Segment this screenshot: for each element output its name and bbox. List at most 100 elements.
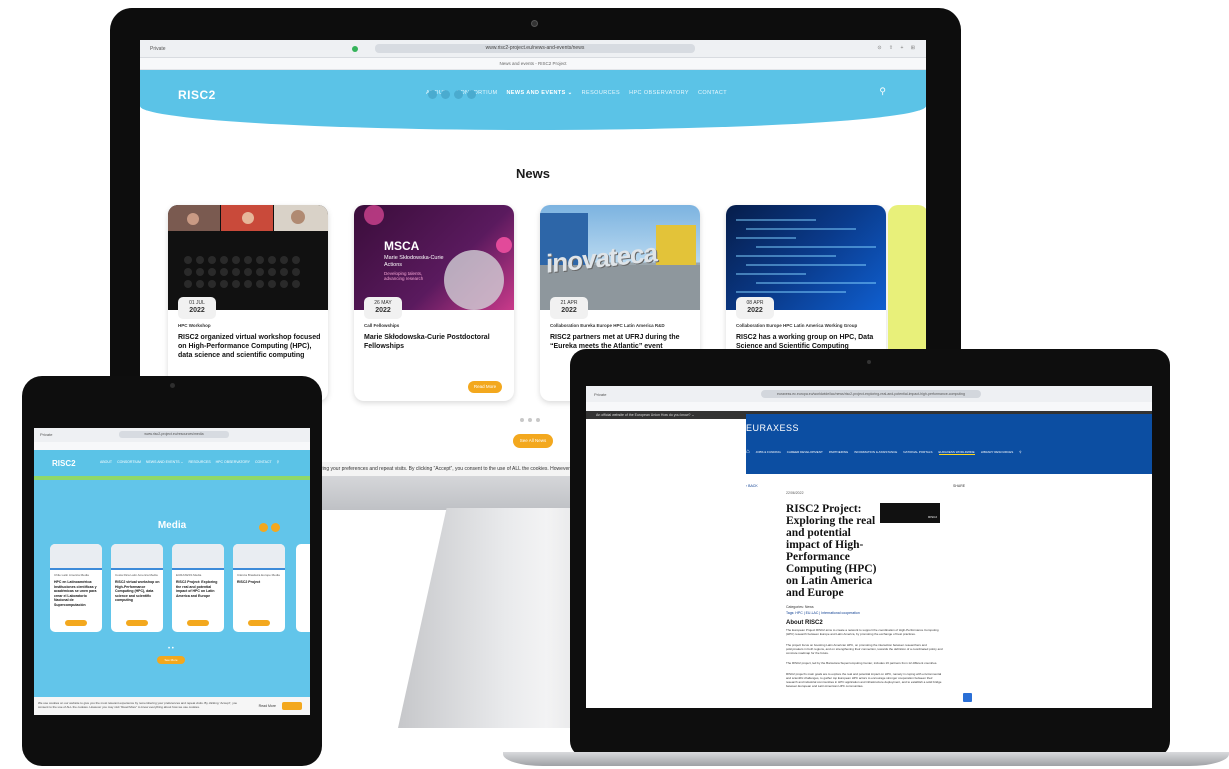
media-card-thumbnail	[50, 544, 102, 570]
media-card-button[interactable]	[187, 620, 209, 626]
media-card-button[interactable]	[65, 620, 87, 626]
tablet-private-label[interactable]: Private	[40, 432, 52, 437]
card-tags[interactable]: Call Fellowships	[364, 323, 399, 328]
media-card-title[interactable]: HPC en Latinoamérica: Instituciones cien…	[54, 580, 100, 607]
risc2-logo[interactable]: RISC2	[178, 88, 216, 102]
tablet-screen: Private www.risc2-project.eu/resources/m…	[34, 428, 310, 715]
laptop-private-label[interactable]: Private	[594, 392, 606, 397]
media-card-tags: Costa Rica Latin America Media	[115, 573, 158, 577]
read-more-button[interactable]: Read More	[468, 381, 502, 393]
tablet-nav-news-and-events[interactable]: NEWS AND EVENTS ⌄	[146, 460, 184, 464]
tablet-cookie-banner: We use cookies on our website to give yo…	[34, 697, 310, 715]
laptop-camera	[867, 360, 871, 364]
share-buttons[interactable]: SHARE	[953, 484, 965, 488]
home-icon[interactable]: ⌂	[746, 449, 750, 455]
media-card[interactable]: Costa Rica Latin America Media RISC2 vir…	[111, 544, 163, 632]
media-carousel-pager[interactable]: • •	[168, 646, 174, 652]
media-carousel-arrows	[259, 523, 280, 532]
media-card-peek[interactable]	[296, 544, 310, 632]
tablet-camera	[170, 383, 175, 388]
euraxess-nav-information[interactable]: INFORMATION & ASSISTANCE	[854, 450, 897, 455]
euraxess-nav-career[interactable]: CAREER DEVELOPMENT	[787, 450, 823, 455]
euraxess-nav-partnering[interactable]: PARTNERING	[829, 450, 848, 455]
media-card-button[interactable]	[248, 620, 270, 626]
scroll-top-button[interactable]	[963, 693, 972, 702]
media-card-tags: Ciência Brasileira Europe Media	[237, 573, 280, 577]
euraxess-nav-jobs[interactable]: JOBS & FUNDING	[756, 450, 781, 455]
nav-contact[interactable]: CONTACT	[698, 90, 727, 96]
card-date-year: 2022	[747, 307, 763, 314]
tablet-nav-about[interactable]: ABOUT	[100, 460, 112, 464]
media-card-tags: Chile Latin America Media	[54, 573, 89, 577]
news-card[interactable]: MSCA Marie Skłodowska-Curie Actions Deve…	[354, 205, 514, 401]
carousel-pager[interactable]	[520, 418, 540, 422]
article-category[interactable]: Categories: News	[786, 605, 814, 609]
msca-tagline: Developing talents, advancing research	[384, 271, 424, 281]
nav-resources[interactable]: RESOURCES	[582, 90, 620, 96]
media-card[interactable]: EURAXESS Media RISC2 Project: Exploring …	[172, 544, 224, 632]
media-card[interactable]: Ciência Brasileira Europe Media RISC2 Pr…	[233, 544, 285, 632]
card-title[interactable]: RISC2 organized virtual workshop focused…	[178, 333, 326, 360]
next-arrow-icon[interactable]	[271, 523, 280, 532]
tablet-nav-consortium[interactable]: CONSORTIUM	[117, 460, 141, 464]
see-all-news-button[interactable]: See All News	[513, 434, 553, 448]
secure-indicator-icon	[352, 46, 358, 52]
tablet-nav-contact[interactable]: CONTACT	[255, 460, 272, 464]
about-heading: About RISC2	[786, 620, 823, 626]
inovateca-image: inovateca	[540, 205, 700, 310]
code-image	[726, 205, 886, 310]
laptop-browser-toolbar: Private euraxess.ec.europa.eu/worldwide/…	[586, 386, 1152, 402]
laptop-base	[503, 752, 1229, 766]
tablet-address-bar[interactable]: www.risc2-project.eu/resources/media	[119, 431, 229, 438]
article-tags[interactable]: Tags: HPC | EU-LAC | International coope…	[786, 611, 860, 615]
card-title[interactable]: Marie Skłodowska-Curie Postdoctoral Fell…	[364, 333, 512, 351]
laptop-tab-strip	[586, 402, 1152, 411]
card-date-day: 21 APR	[560, 300, 578, 306]
card-date: 08 APR 2022	[736, 297, 774, 319]
site-header: RISC2 ABOUT CONSORTIUM NEWS AND EVENTS ⌄…	[140, 70, 926, 130]
tablet-search-icon[interactable]: ⚲	[277, 460, 280, 464]
euraxess-search-icon[interactable]: ⚲	[1019, 450, 1021, 455]
article-date: 22/06/2022	[786, 491, 804, 495]
media-card-title[interactable]: RISC2 Project	[237, 580, 283, 585]
card-tags[interactable]: Collaboration Eureka Europe HPC Latin Am…	[550, 323, 665, 328]
msca-image: MSCA Marie Skłodowska-Curie Actions Deve…	[354, 205, 514, 310]
search-icon[interactable]: ⚲	[879, 86, 886, 97]
media-card-button[interactable]	[126, 620, 148, 626]
back-link[interactable]: ‹ BACK	[746, 484, 758, 488]
euraxess-nav-library[interactable]: LIBRARY RESOURCES	[981, 450, 1014, 455]
card-tags[interactable]: Collaboration Europe HPC Latin America W…	[736, 323, 857, 328]
media-card-title[interactable]: RISC2 Project: Exploring the real and po…	[176, 580, 222, 598]
laptop-address-bar[interactable]: euraxess.ec.europa.eu/worldwide/lac/news…	[761, 390, 981, 398]
nav-news-and-events[interactable]: NEWS AND EVENTS ⌄	[506, 90, 572, 96]
cookie-accept-button[interactable]	[282, 702, 302, 710]
card-tags[interactable]: HPC Workshop	[178, 323, 211, 328]
browser-controls[interactable]: ⊙ ⇧ + ⊞	[877, 45, 918, 51]
article-paragraph: The RISC2 project, led by the Barcelona …	[786, 661, 938, 665]
tablet-nav-hpc-observatory[interactable]: HPC OBSERVATORY	[216, 460, 250, 464]
media-card-thumbnail	[233, 544, 285, 570]
news-card[interactable]: 01 JUL 2022 HPC Workshop RISC2 organized …	[168, 205, 328, 401]
euraxess-nav-portals[interactable]: NATIONAL PORTALS	[903, 450, 932, 455]
euraxess-nav-worldwide[interactable]: EURAXESS WORLDWIDE	[938, 450, 975, 455]
cookie-read-more-link[interactable]: Read More	[259, 704, 276, 708]
tablet-risc2-logo[interactable]: RISC2	[52, 459, 76, 468]
prev-arrow-icon[interactable]	[259, 523, 268, 532]
see-more-button[interactable]: See More	[157, 656, 185, 664]
nav-hpc-observatory[interactable]: HPC OBSERVATORY	[629, 90, 689, 96]
browser-tab[interactable]: News and events - RISC2 Project	[140, 58, 926, 70]
media-card-title[interactable]: RISC2 virtual workshop on High-Performan…	[115, 580, 161, 603]
card-date: 21 APR 2022	[550, 297, 588, 319]
card-date-year: 2022	[375, 307, 391, 314]
article: ‹ BACK SHARE 22/06/2022 RISC2 Project: E…	[746, 484, 1152, 708]
address-bar[interactable]: www.risc2-project.eu/news-and-events/new…	[375, 44, 695, 53]
tablet-site-header: RISC2 ABOUT CONSORTIUM NEWS AND EVENTS ⌄…	[34, 450, 310, 480]
card-date: 01 JUL 2022	[178, 297, 216, 319]
article-thumbnail[interactable]: RISC2	[880, 503, 940, 523]
euraxess-title[interactable]: EURAXESS	[746, 423, 799, 433]
media-card-thumbnail	[172, 544, 224, 570]
private-label[interactable]: Private	[150, 46, 166, 52]
media-card[interactable]: Chile Latin America Media HPC en Latinoa…	[50, 544, 102, 632]
video-call-image	[168, 205, 328, 310]
tablet-nav-resources[interactable]: RESOURCES	[188, 460, 210, 464]
